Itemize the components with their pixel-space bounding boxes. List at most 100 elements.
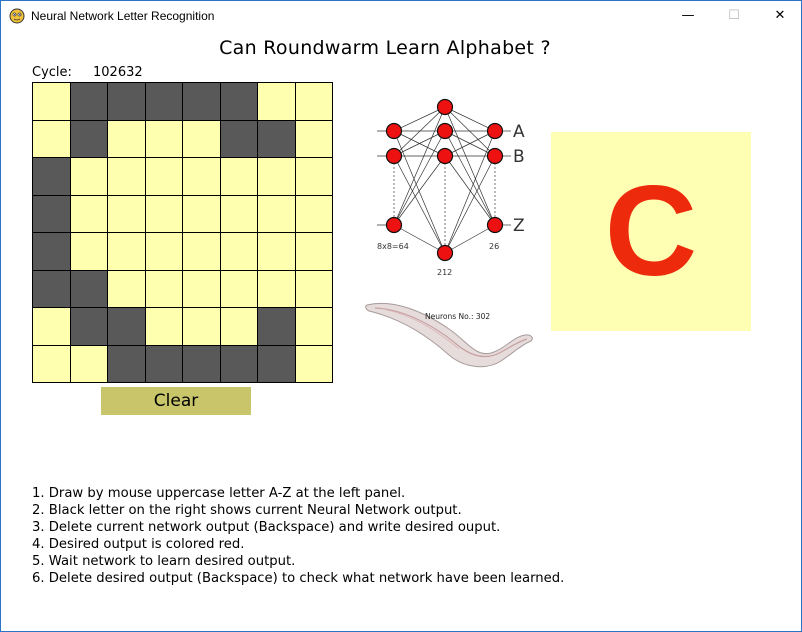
grid-cell[interactable] bbox=[70, 195, 108, 233]
grid-cell[interactable] bbox=[258, 120, 296, 158]
grid-cell[interactable] bbox=[295, 345, 333, 383]
grid-cell[interactable] bbox=[258, 233, 296, 271]
grid-cell[interactable] bbox=[33, 158, 71, 196]
worm-caption: Neurons No.: 302 bbox=[425, 312, 490, 321]
output-neuron bbox=[486, 147, 504, 165]
grid-cell[interactable] bbox=[220, 345, 258, 383]
input-neuron bbox=[385, 147, 403, 165]
instructions-list: 1. Draw by mouse uppercase letter A-Z at… bbox=[32, 485, 564, 587]
network-neurons bbox=[385, 98, 504, 262]
grid-cell[interactable] bbox=[220, 308, 258, 346]
grid-cell[interactable] bbox=[108, 270, 146, 308]
grid-cell[interactable] bbox=[70, 158, 108, 196]
grid-cell[interactable] bbox=[220, 195, 258, 233]
grid-cell[interactable] bbox=[108, 120, 146, 158]
hidden-neuron bbox=[436, 98, 454, 116]
grid-cell[interactable] bbox=[33, 233, 71, 271]
network-output-panel[interactable]: C bbox=[551, 132, 751, 331]
grid-cell[interactable] bbox=[183, 83, 221, 121]
instruction-item: 6. Delete desired output (Backspace) to … bbox=[32, 571, 565, 586]
minimize-button[interactable]: — bbox=[665, 1, 711, 31]
input-layer-size: 8x8=64 bbox=[377, 242, 409, 251]
grid-cell[interactable] bbox=[220, 158, 258, 196]
output-label-a: A bbox=[513, 122, 525, 142]
instruction-item: 3. Delete current network output (Backsp… bbox=[32, 520, 501, 535]
grid-cell[interactable] bbox=[33, 83, 71, 121]
grid-cell[interactable] bbox=[145, 195, 183, 233]
grid-cell[interactable] bbox=[258, 345, 296, 383]
grid-cell[interactable] bbox=[70, 120, 108, 158]
grid-cell[interactable] bbox=[108, 158, 146, 196]
grid-cell[interactable] bbox=[33, 308, 71, 346]
output-label-z: Z bbox=[513, 216, 525, 236]
page-title: Can Roundwarm Learn Alphabet ? bbox=[219, 37, 551, 59]
instruction-item: 2. Black letter on the right shows curre… bbox=[32, 503, 462, 518]
grid-cell[interactable] bbox=[33, 195, 71, 233]
window-title: Neural Network Letter Recognition bbox=[31, 9, 215, 23]
output-neuron bbox=[486, 216, 504, 234]
grid-cell[interactable] bbox=[295, 158, 333, 196]
grid-cell[interactable] bbox=[145, 270, 183, 308]
grid-cell[interactable] bbox=[258, 83, 296, 121]
grid-cell[interactable] bbox=[145, 345, 183, 383]
grid-cell[interactable] bbox=[183, 233, 221, 271]
grid-cell[interactable] bbox=[183, 345, 221, 383]
grid-cell[interactable] bbox=[145, 158, 183, 196]
grid-cell[interactable] bbox=[145, 308, 183, 346]
grid-cell[interactable] bbox=[145, 233, 183, 271]
grid-cell[interactable] bbox=[220, 83, 258, 121]
hidden-neuron bbox=[436, 122, 454, 140]
grid-cell[interactable] bbox=[295, 233, 333, 271]
grid-cell[interactable] bbox=[108, 308, 146, 346]
grid-cell[interactable] bbox=[183, 158, 221, 196]
output-label-b: B bbox=[513, 147, 525, 167]
grid-cell[interactable] bbox=[183, 308, 221, 346]
grid-cell[interactable] bbox=[295, 83, 333, 121]
grid-cell[interactable] bbox=[70, 345, 108, 383]
output-neuron bbox=[486, 122, 504, 140]
grid-cell[interactable] bbox=[258, 158, 296, 196]
grid-cell[interactable] bbox=[295, 270, 333, 308]
drawing-grid[interactable] bbox=[32, 82, 333, 383]
app-window: Neural Network Letter Recognition — ☐ ✕ … bbox=[0, 0, 802, 632]
grid-cell[interactable] bbox=[33, 120, 71, 158]
grid-cell[interactable] bbox=[108, 195, 146, 233]
grid-cell[interactable] bbox=[108, 83, 146, 121]
grid-cell[interactable] bbox=[70, 233, 108, 271]
grid-cell[interactable] bbox=[295, 120, 333, 158]
worm-image: Neurons No.: 302 bbox=[365, 302, 533, 368]
grid-cell[interactable] bbox=[258, 308, 296, 346]
grid-cell[interactable] bbox=[70, 270, 108, 308]
grid-cell[interactable] bbox=[220, 120, 258, 158]
grid-cell[interactable] bbox=[33, 270, 71, 308]
instruction-item: 4. Desired output is colored red. bbox=[32, 537, 245, 552]
neural-network-diagram: A B Z 8x8=64 212 26 bbox=[377, 98, 525, 277]
output-letter: C bbox=[604, 160, 698, 303]
grid-cell[interactable] bbox=[145, 83, 183, 121]
input-neuron bbox=[385, 216, 403, 234]
cycle-value: 102632 bbox=[93, 65, 143, 80]
grid-cell[interactable] bbox=[183, 270, 221, 308]
grid-cell[interactable] bbox=[183, 120, 221, 158]
grid-cell[interactable] bbox=[183, 195, 221, 233]
instruction-item: 1. Draw by mouse uppercase letter A-Z at… bbox=[32, 486, 406, 501]
grid-cell[interactable] bbox=[220, 233, 258, 271]
grid-cell[interactable] bbox=[295, 308, 333, 346]
grid-cell[interactable] bbox=[145, 120, 183, 158]
python-app-icon bbox=[9, 8, 25, 24]
close-button[interactable]: ✕ bbox=[757, 1, 802, 31]
grid-cell[interactable] bbox=[295, 195, 333, 233]
grid-cell[interactable] bbox=[108, 233, 146, 271]
grid-cell[interactable] bbox=[70, 83, 108, 121]
grid-cell[interactable] bbox=[108, 345, 146, 383]
instruction-item: 5. Wait network to learn desired output. bbox=[32, 554, 296, 569]
grid-cell[interactable] bbox=[33, 345, 71, 383]
cycle-label: Cycle: bbox=[32, 65, 72, 80]
grid-cell[interactable] bbox=[220, 270, 258, 308]
grid-cell[interactable] bbox=[258, 270, 296, 308]
hidden-neuron bbox=[436, 244, 454, 262]
grid-cell[interactable] bbox=[258, 195, 296, 233]
maximize-button[interactable]: ☐ bbox=[711, 1, 757, 31]
clear-button[interactable]: Clear bbox=[101, 387, 251, 415]
grid-cell[interactable] bbox=[70, 308, 108, 346]
